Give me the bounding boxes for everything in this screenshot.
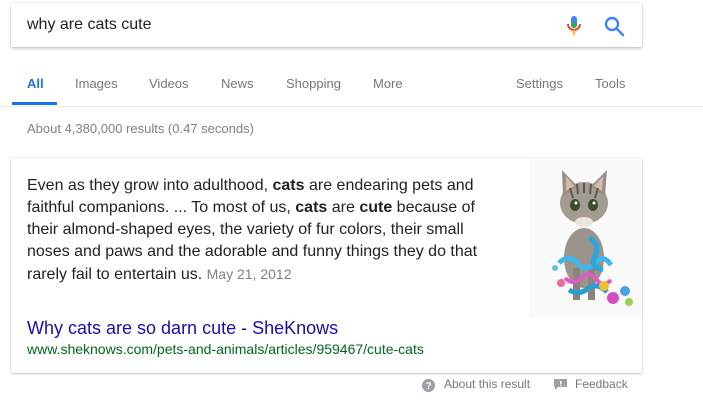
tab-images[interactable]: Images — [75, 76, 118, 91]
tab-more[interactable]: More — [373, 76, 403, 91]
tab-tools[interactable]: Tools — [595, 76, 625, 91]
about-this-result-link[interactable]: About this result — [444, 377, 530, 391]
tab-videos[interactable]: Videos — [149, 76, 189, 91]
kitten-image — [529, 158, 642, 318]
snippet-bold: cute — [359, 199, 393, 216]
tab-settings[interactable]: Settings — [516, 76, 563, 91]
snippet-text: Even as they grow into adulthood, cats a… — [27, 175, 487, 286]
search-tabs: All Images Videos News Shopping More Set… — [0, 68, 703, 107]
search-input[interactable]: why are cats cute — [27, 16, 152, 34]
help-icon[interactable]: ? — [422, 379, 435, 392]
result-stats: About 4,380,000 results (0.47 seconds) — [27, 121, 254, 136]
tab-shopping[interactable]: Shopping — [286, 76, 341, 91]
snippet-bold: cats — [272, 177, 305, 194]
snippet-date: May 21, 2012 — [206, 266, 292, 282]
snippet-part: Even as they grow into adulthood, — [27, 177, 273, 194]
active-tab-indicator — [12, 102, 57, 105]
result-url[interactable]: www.sheknows.com/pets-and-animals/articl… — [27, 341, 424, 357]
search-icon[interactable] — [603, 15, 625, 37]
search-box[interactable]: why are cats cute — [11, 3, 642, 47]
tab-news[interactable]: News — [221, 76, 254, 91]
svg-text:?: ? — [425, 381, 431, 392]
microphone-icon[interactable] — [566, 15, 582, 37]
feedback-icon[interactable] — [554, 379, 567, 391]
result-thumbnail[interactable] — [529, 158, 642, 318]
featured-snippet-card: Even as they grow into adulthood, cats a… — [11, 158, 642, 373]
feedback-link[interactable]: Feedback — [575, 377, 628, 391]
result-title-link[interactable]: Why cats are so darn cute - SheKnows — [27, 318, 338, 339]
snippet-bold: cats — [295, 199, 328, 216]
tab-all[interactable]: All — [27, 76, 44, 91]
snippet-part: are — [327, 199, 360, 216]
